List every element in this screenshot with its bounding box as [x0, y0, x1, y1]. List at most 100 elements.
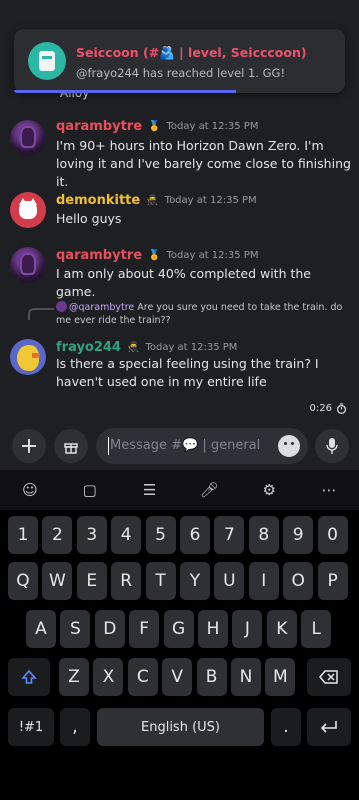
level-up-notification[interactable]: Seiccoon (#🫂 | level, Seicccoon) @frayo2… [14, 29, 345, 93]
key-c[interactable]: C [127, 658, 158, 696]
timer-text: 0:26 [309, 403, 332, 414]
key-m[interactable]: M [265, 658, 296, 696]
backspace-icon [319, 670, 338, 684]
notification-text: @frayo244 has reached level 1. GG! [76, 66, 286, 80]
space-key[interactable]: English (US) [97, 708, 264, 746]
timestamp: Today at 12:35 PM [145, 342, 238, 353]
role-badge-icon: 🥷 [126, 342, 140, 353]
voice-record-button[interactable] [315, 429, 349, 463]
backspace-key[interactable] [307, 658, 351, 696]
emoji-icon[interactable]: ☺ [18, 481, 42, 499]
key-w[interactable]: W [42, 562, 73, 600]
key-k[interactable]: K [266, 610, 297, 648]
period-key[interactable]: . [271, 708, 301, 746]
key-u[interactable]: U [214, 562, 245, 600]
key-b[interactable]: B [196, 658, 227, 696]
emoji-icon[interactable] [278, 435, 300, 457]
username[interactable]: qarambytre [56, 248, 142, 263]
role-badge-icon: 🏅 [148, 250, 161, 261]
add-button[interactable] [12, 429, 46, 463]
microphone-icon [326, 438, 338, 454]
clipboard-icon[interactable]: ☰ [138, 481, 162, 499]
key-2[interactable]: 2 [42, 516, 73, 554]
avatar[interactable] [10, 339, 46, 375]
key-n[interactable]: N [231, 658, 261, 696]
keyboard: 1234567890 QWERTYUIOP ASDFGHJKL ZXCVBNM … [0, 510, 359, 800]
key-o[interactable]: O [283, 562, 314, 600]
key-f[interactable]: F [129, 610, 160, 648]
stopwatch-icon [336, 403, 347, 414]
shift-key[interactable] [8, 658, 50, 696]
key-i[interactable]: I [248, 562, 279, 600]
key-x[interactable]: X [93, 658, 124, 696]
reply-preview[interactable]: @qarambytre Are you sure you need to tak… [56, 301, 352, 327]
key-9[interactable]: 9 [283, 516, 314, 554]
settings-icon[interactable]: ⚙ [257, 481, 281, 499]
letter-row-2: ASDFGHJKL [0, 610, 359, 648]
username[interactable]: qarambytre [56, 119, 142, 134]
avatar[interactable] [10, 192, 46, 228]
letter-row-3: ZXCVBNM [0, 658, 359, 696]
avatar[interactable] [10, 120, 46, 156]
key-0[interactable]: 0 [317, 516, 348, 554]
key-t[interactable]: T [145, 562, 176, 600]
enter-key[interactable] [307, 708, 351, 746]
gift-icon [64, 443, 78, 454]
microphone-icon[interactable]: 🎤︎ [197, 481, 221, 499]
symbols-key[interactable]: !#1 [8, 708, 54, 746]
key-h[interactable]: H [198, 610, 228, 648]
key-5[interactable]: 5 [145, 516, 176, 554]
key-3[interactable]: 3 [76, 516, 107, 554]
key-7[interactable]: 7 [214, 516, 245, 554]
key-y[interactable]: Y [180, 562, 210, 600]
notification-title: Seiccoon (#🫂 | level, Seicccoon) [76, 45, 307, 60]
key-r[interactable]: R [111, 562, 142, 600]
message-text: Is there a special feeling using the tra… [56, 356, 319, 389]
username[interactable]: frayo244 [56, 340, 121, 355]
timestamp: Today at 12:35 PM [166, 250, 259, 261]
key-j[interactable]: J [232, 610, 263, 648]
key-v[interactable]: V [162, 658, 193, 696]
avatar[interactable] [10, 247, 46, 283]
key-z[interactable]: Z [59, 658, 89, 696]
role-badge-icon: 🏅 [148, 121, 161, 132]
key-g[interactable]: G [163, 610, 194, 648]
key-s[interactable]: S [60, 610, 91, 648]
input-placeholder: Message #💬 | general [110, 438, 261, 453]
key-6[interactable]: 6 [180, 516, 210, 554]
reply-avatar [56, 301, 67, 312]
comma-key[interactable]: , [60, 708, 90, 746]
timestamp: Today at 12:35 PM [166, 121, 259, 132]
keyboard-toolbar: ☺ ▢ ☰ 🎤︎ ⚙ ⋯ [0, 470, 359, 510]
text-cursor [108, 437, 109, 455]
reply-connector [28, 308, 54, 320]
username[interactable]: demonkitte [56, 193, 140, 208]
voice-timer[interactable]: 0:26 [310, 403, 347, 414]
key-e[interactable]: E [76, 562, 107, 600]
letter-row-1: QWERTYUIOP [0, 562, 359, 600]
message-input[interactable]: Message #💬 | general [96, 428, 308, 464]
shift-icon [21, 669, 37, 684]
message-text: I am only about 40% completed with the g… [56, 266, 311, 299]
plus-icon [22, 439, 36, 453]
key-d[interactable]: D [94, 610, 125, 648]
gift-button[interactable] [54, 429, 88, 463]
key-4[interactable]: 4 [111, 516, 142, 554]
key-q[interactable]: Q [8, 562, 38, 600]
number-row: 1234567890 [0, 516, 359, 554]
key-a[interactable]: A [26, 610, 56, 648]
notification-progress [14, 90, 236, 93]
message-text: Hello guys [56, 211, 122, 226]
role-badge-icon: 🥷 [146, 195, 159, 206]
bot-icon [28, 42, 66, 80]
key-l[interactable]: L [301, 610, 332, 648]
timestamp: Today at 12:35 PM [164, 195, 257, 206]
reply-mention[interactable]: @qarambytre [69, 302, 134, 313]
key-p[interactable]: P [317, 562, 348, 600]
key-1[interactable]: 1 [8, 516, 38, 554]
sticker-icon[interactable]: ▢ [78, 481, 102, 499]
message-composer: Message #💬 | general [0, 424, 359, 470]
more-icon[interactable]: ⋯ [317, 481, 341, 499]
message-text: I'm 90+ hours into Horizon Dawn Zero. I'… [56, 138, 351, 189]
key-8[interactable]: 8 [248, 516, 279, 554]
